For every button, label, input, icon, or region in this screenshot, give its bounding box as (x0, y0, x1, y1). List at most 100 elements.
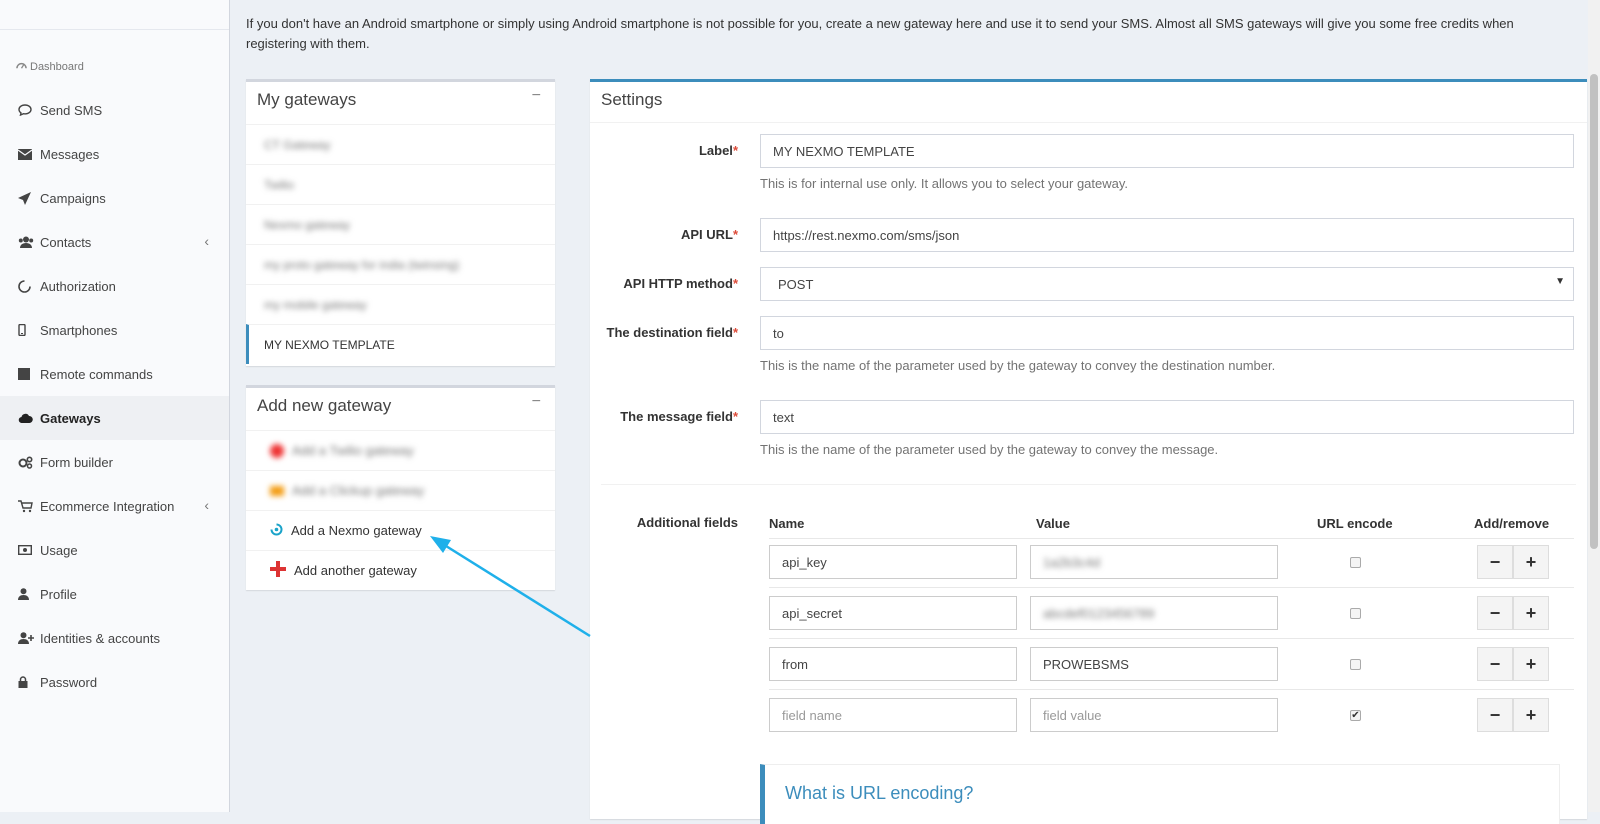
url-encode-checkbox[interactable] (1350, 557, 1361, 568)
url-encode-checkbox[interactable] (1350, 659, 1361, 670)
box-title: My gateways (257, 90, 357, 109)
sidebar-item-gateways[interactable]: Gateways (0, 396, 229, 440)
gateway-item-selected[interactable]: MY NEXMO TEMPLATE (246, 324, 555, 364)
add-gateway-item[interactable]: Add a Clickup gateway (246, 470, 555, 510)
gateway-logo-icon (270, 485, 284, 496)
sidebar-item-label: Smartphones (40, 322, 118, 338)
field-value-input[interactable]: field value (1030, 698, 1278, 732)
required-mark: * (732, 143, 738, 158)
add-row-button[interactable]: + (1513, 596, 1549, 630)
sidebar-item-ecommerce[interactable]: Ecommerce Integration ‹ (0, 484, 229, 528)
callout-title[interactable]: What is URL encoding? (785, 783, 973, 804)
sidebar-item-password[interactable]: Password (0, 660, 229, 704)
label-input[interactable]: MY NEXMO TEMPLATE (760, 134, 1574, 168)
select-value: POST (778, 276, 814, 292)
remove-row-button[interactable]: − (1477, 545, 1513, 579)
field-name: The message field (620, 409, 733, 424)
field-value-text: abcdef0123456789 (1043, 605, 1155, 621)
add-nexmo-gateway-link[interactable]: Add a Nexmo gateway (246, 510, 555, 550)
field-name: API URL (680, 227, 733, 242)
api-url-input[interactable]: https://rest.nexmo.com/sms/json (760, 218, 1574, 252)
add-remove-buttons: − + (1477, 596, 1549, 630)
collapse-button[interactable]: − (532, 87, 541, 105)
field-value-input[interactable]: 1a2b3c4d (1030, 545, 1278, 579)
required-mark: * (732, 276, 738, 291)
gateway-item[interactable]: my mobile gateway (246, 284, 555, 324)
destination-input[interactable]: to (760, 316, 1574, 350)
gateway-item[interactable]: Nexmo gateway (246, 204, 555, 244)
collapse-button[interactable]: − (532, 393, 541, 411)
sidebar-item-usage[interactable]: Usage (0, 528, 229, 572)
remove-row-button[interactable]: − (1477, 698, 1513, 732)
column-header-add-remove: Add/remove (1474, 516, 1550, 531)
gateway-item-label: Twilio (264, 177, 295, 192)
column-header-url-encode: URL encode (1317, 516, 1393, 531)
add-gateway-box: Add new gateway − Add a Twilio gateway A… (246, 385, 555, 590)
field-value-input[interactable]: PROWEBSMS (1030, 647, 1278, 681)
settings-box: Settings Label* MY NEXMO TEMPLATE This i… (590, 79, 1587, 824)
gateway-item[interactable]: Twilio (246, 164, 555, 204)
field-name-input[interactable]: api_secret (769, 596, 1017, 630)
gateway-item-label: my mobile gateway (264, 297, 367, 312)
sidebar-item-authorization[interactable]: Authorization (0, 264, 229, 308)
plus-icon (270, 561, 286, 580)
remove-row-button[interactable]: − (1477, 647, 1513, 681)
user-plus-icon (18, 632, 40, 644)
api-url-label: API URL* (590, 227, 738, 242)
gateway-item-label: MY NEXMO TEMPLATE (264, 337, 395, 352)
gateway-logo-icon (270, 443, 284, 458)
users-icon (18, 236, 40, 248)
add-gateway-item[interactable]: Add a Twilio gateway (246, 430, 555, 470)
field-value-input[interactable]: abcdef0123456789 (1030, 596, 1278, 630)
message-input[interactable]: text (760, 400, 1574, 434)
required-mark: * (732, 227, 738, 242)
sidebar-item-contacts[interactable]: Contacts ‹ (0, 220, 229, 264)
field-name: Label (698, 143, 733, 158)
cogs-icon (18, 455, 40, 469)
add-remove-buttons: − + (1477, 647, 1549, 681)
api-method-label: API HTTP method* (590, 276, 738, 291)
gateway-item-label: Nexmo gateway (264, 217, 351, 232)
field-name-input[interactable]: api_key (769, 545, 1017, 579)
divider (590, 122, 1587, 123)
sidebar-item-identities[interactable]: Identities & accounts (0, 616, 229, 660)
sidebar-item-label: Remote commands (40, 366, 153, 382)
field-name-input[interactable]: from (769, 647, 1017, 681)
field-value-text: 1a2b3c4d (1043, 554, 1101, 570)
mobile-icon (18, 324, 40, 336)
sidebar-item-remote-commands[interactable]: Remote commands (0, 352, 229, 396)
lock-icon (18, 676, 40, 688)
page-scrollbar[interactable] (1588, 0, 1600, 812)
sidebar-item-label: Form builder (40, 454, 113, 470)
terminal-icon (18, 368, 40, 380)
add-remove-buttons: − + (1477, 698, 1549, 732)
sidebar-item-campaigns[interactable]: Campaigns (0, 176, 229, 220)
add-gateway-label: Add a Nexmo gateway (291, 523, 422, 538)
url-encode-checkbox-checked[interactable]: ✔ (1350, 710, 1361, 721)
chevron-left-icon: ‹ (204, 497, 209, 513)
add-row-button[interactable]: + (1513, 545, 1549, 579)
chevron-left-icon: ‹ (204, 233, 209, 249)
gateway-item[interactable]: my proto gateway for india (twinsing) (246, 244, 555, 284)
sidebar-item-messages[interactable]: Messages (0, 132, 229, 176)
api-method-select[interactable]: POST ▼ (760, 267, 1574, 301)
dashboard-icon (16, 60, 27, 74)
sidebar-item-smartphones[interactable]: Smartphones (0, 308, 229, 352)
sidebar-item-form-builder[interactable]: Form builder (0, 440, 229, 484)
url-encode-checkbox[interactable] (1350, 608, 1361, 619)
add-row-button[interactable]: + (1513, 647, 1549, 681)
sidebar-item-send-sms[interactable]: Send SMS (0, 88, 229, 132)
remove-row-button[interactable]: − (1477, 596, 1513, 630)
gateway-item[interactable]: CT Gateway (246, 124, 555, 164)
field-name-input[interactable]: field name (769, 698, 1017, 732)
add-row-button[interactable]: + (1513, 698, 1549, 732)
circle-notch-icon (18, 279, 40, 293)
sidebar-item-profile[interactable]: Profile (0, 572, 229, 616)
sidebar-item-label: Campaigns (40, 190, 106, 206)
paper-plane-icon (18, 191, 40, 205)
add-gateway-label: Add another gateway (294, 563, 417, 578)
add-another-gateway-link[interactable]: Add another gateway (246, 550, 555, 590)
gateway-item-label: CT Gateway (264, 137, 331, 152)
additional-fields-label: Additional fields (636, 515, 738, 530)
scrollbar-thumb[interactable] (1590, 74, 1598, 549)
